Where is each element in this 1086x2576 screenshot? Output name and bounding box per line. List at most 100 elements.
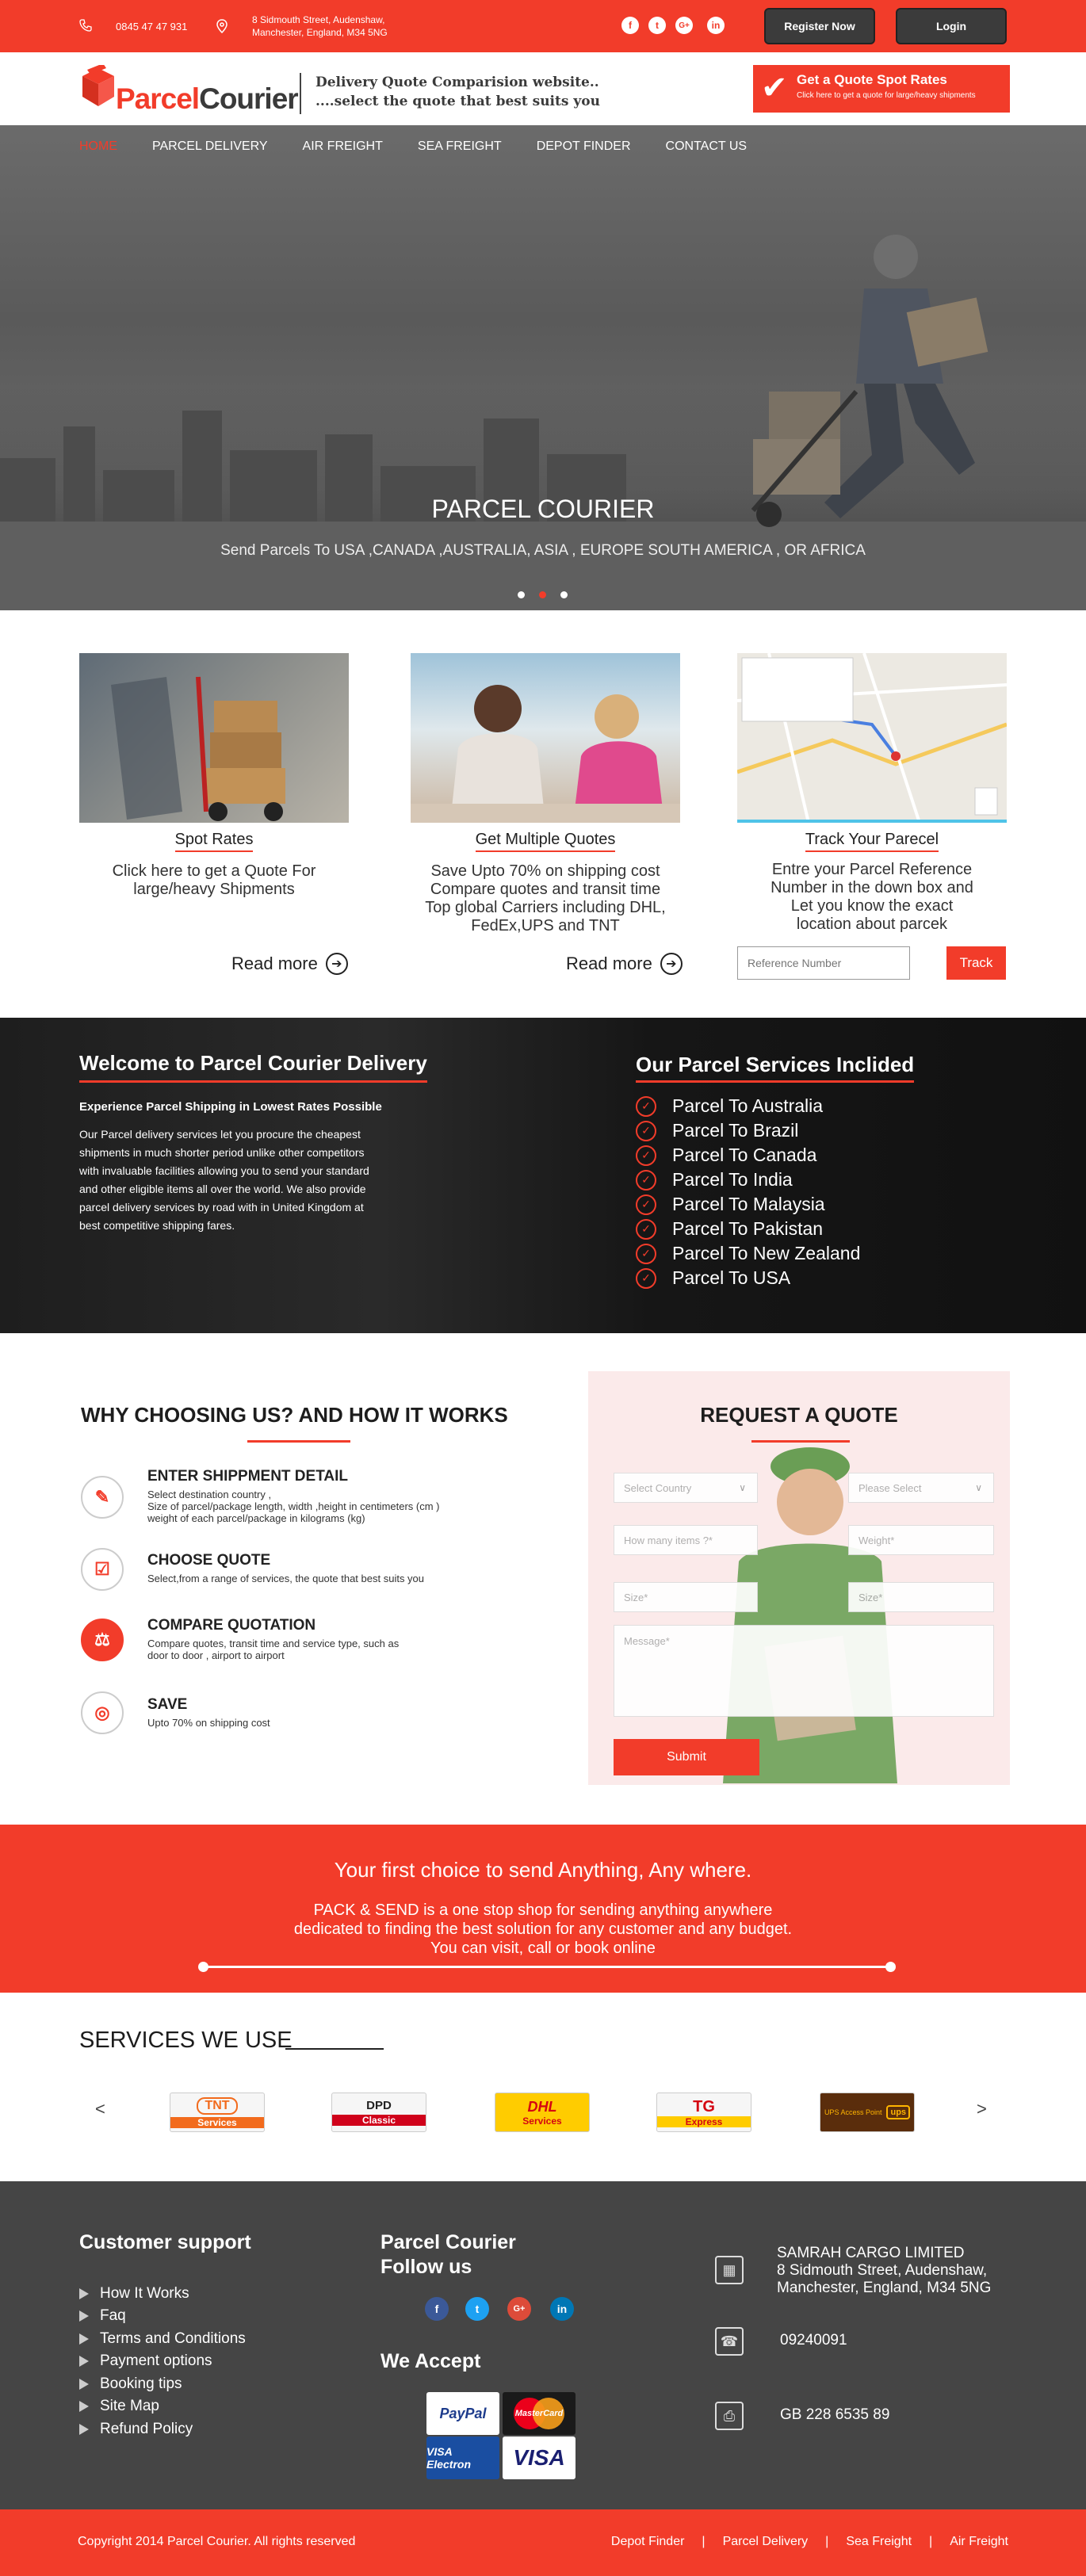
nav-contact-us[interactable]: CONTACT US [666, 140, 748, 154]
facebook-icon[interactable]: f [425, 2297, 449, 2321]
checkmark-icon: ✔ [761, 71, 788, 105]
dhl-logo[interactable]: DHL Services [495, 2093, 590, 2132]
separator: | [702, 2535, 706, 2548]
logo[interactable]: ParcelCourier [79, 63, 299, 115]
service-item[interactable]: ✓ Parcel To Pakistan [636, 1218, 823, 1240]
footer-link-booking-tips[interactable]: Booking tips [79, 2375, 182, 2393]
register-button[interactable]: Register Now [764, 8, 875, 44]
reference-number-input[interactable] [737, 946, 910, 980]
carousel-prev-button[interactable]: < [95, 2099, 105, 2119]
arrow-right-icon: ➔ [660, 953, 683, 975]
multiple-quotes-image[interactable] [411, 653, 680, 823]
linkedin-icon[interactable]: in [707, 17, 725, 34]
triangle-bullet-icon [79, 2310, 89, 2322]
bottom-link-depot-finder[interactable]: Depot Finder [611, 2535, 685, 2549]
twitter-icon[interactable]: t [465, 2297, 489, 2321]
card-track-parcel-title[interactable]: Track Your Parecel [737, 831, 1007, 852]
twitter-icon[interactable]: t [648, 17, 666, 34]
size-input-1[interactable]: Size* [614, 1582, 758, 1612]
footer-link-payment-options[interactable]: Payment options [79, 2352, 212, 2370]
card-multiple-quotes-title[interactable]: Get Multiple Quotes [411, 831, 680, 852]
map-illustration [737, 653, 1007, 820]
main-nav: HOME PARCEL DELIVERY AIR FREIGHT SEA FRE… [79, 140, 782, 154]
parcel-box-icon [82, 65, 114, 106]
bottom-bar: Copyright 2014 Parcel Courier. All right… [0, 2509, 1086, 2576]
country-select[interactable]: Select Country ∨ [614, 1473, 758, 1503]
facebook-icon[interactable]: f [621, 17, 639, 34]
carousel-next-button[interactable]: > [977, 2099, 987, 2119]
card-spot-rates-title[interactable]: Spot Rates [79, 831, 349, 852]
tagline-line1: Delivery Quote Comparision website.. [315, 75, 599, 90]
bottom-link-parcel-delivery[interactable]: Parcel Delivery [723, 2535, 809, 2549]
service-item[interactable]: ✓ Parcel To USA [636, 1267, 790, 1289]
logo-text-courier: Courier [199, 82, 299, 115]
service-item[interactable]: ✓ Parcel To Brazil [636, 1120, 798, 1141]
items-count-input[interactable]: How many items ?* [614, 1525, 758, 1555]
service-select[interactable]: Please Select ∨ [848, 1473, 994, 1503]
linkedin-icon[interactable]: in [550, 2297, 574, 2321]
hero-title: PARCEL COURIER [431, 495, 655, 523]
size-input-2[interactable]: Size* [848, 1582, 994, 1612]
track-button[interactable]: Track [946, 946, 1006, 980]
footer-link-faq[interactable]: Faq [79, 2307, 126, 2325]
bottom-link-air-freight[interactable]: Air Freight [950, 2535, 1008, 2549]
service-item[interactable]: ✓ Parcel To New Zealand [636, 1243, 860, 1264]
tnt-logo[interactable]: TNT Services [170, 2093, 265, 2132]
cta-title: Get a Quote Spot Rates [797, 72, 947, 87]
welcome-subtitle: Experience Parcel Shipping in Lowest Rat… [79, 1100, 382, 1114]
header-divider [300, 73, 301, 114]
nav-sea-freight[interactable]: SEA FREIGHT [418, 140, 502, 154]
get-quote-spot-rates-button[interactable]: ✔ Get a Quote Spot Rates Click here to g… [753, 65, 1010, 113]
top-address: 8 Sidmouth Street, Audenshaw, Manchester… [252, 13, 426, 39]
visa-electron-logo: VISA Electron [426, 2436, 499, 2479]
spot-rates-image[interactable] [79, 653, 349, 823]
nav-parcel-delivery[interactable]: PARCEL DELIVERY [152, 140, 268, 154]
bottom-link-sea-freight[interactable]: Sea Freight [846, 2535, 912, 2549]
tg-express-logo[interactable]: TG Express [656, 2093, 751, 2132]
weight-input[interactable]: Weight* [848, 1525, 994, 1555]
google-plus-icon[interactable]: G+ [675, 17, 693, 34]
service-item[interactable]: ✓ Parcel To Malaysia [636, 1194, 825, 1215]
step-1-text: Select destination country , Size of parc… [147, 1489, 440, 1524]
triangle-bullet-icon [79, 2379, 89, 2390]
submit-button[interactable]: Submit [614, 1739, 759, 1775]
slider-dot-2-active[interactable] [539, 591, 546, 598]
slider-dot-3[interactable] [560, 591, 568, 598]
step-2-heading: CHOOSE QUOTE [147, 1552, 271, 1569]
service-item[interactable]: ✓ Parcel To India [636, 1169, 793, 1191]
message-textarea[interactable]: Message* [614, 1625, 994, 1717]
footer-link-site-map[interactable]: Site Map [79, 2398, 159, 2415]
first-choice-text: PACK & SEND is a one stop shop for sendi… [293, 1901, 793, 1957]
footer-link-refund-policy[interactable]: Refund Policy [79, 2421, 193, 2438]
header-tagline: Delivery Quote Comparision website.. ...… [315, 73, 600, 111]
courier-man-illustration [751, 235, 988, 527]
top-phone-number[interactable]: 0845 47 47 931 [116, 21, 187, 32]
bottom-links: Depot Finder | Parcel Delivery | Sea Freig… [611, 2535, 1008, 2549]
service-item[interactable]: ✓ Parcel To Australia [636, 1095, 823, 1117]
spot-rates-read-more[interactable]: Read more ➔ [231, 953, 348, 975]
dpd-logo[interactable]: DPD Classic [331, 2093, 426, 2132]
multiple-quotes-read-more[interactable]: Read more ➔ [566, 953, 683, 975]
nav-air-freight[interactable]: AIR FREIGHT [303, 140, 383, 154]
nav-home[interactable]: HOME [79, 140, 117, 154]
footer: Customer support How It Works Faq Terms … [0, 2181, 1086, 2509]
triangle-bullet-icon [79, 2424, 89, 2435]
ups-access-point-logo[interactable]: UPS Access Point ups [820, 2093, 915, 2132]
card-spot-rates-text: Click here to get a Quote For large/heavy… [112, 862, 316, 898]
footer-phone[interactable]: 09240091 [780, 2332, 847, 2349]
login-button[interactable]: Login [896, 8, 1007, 44]
google-plus-icon[interactable]: G+ [507, 2297, 531, 2321]
mastercard-logo: MasterCard [503, 2392, 576, 2435]
building-icon: ▦ [715, 2256, 744, 2284]
footer-link-how-it-works[interactable]: How It Works [79, 2285, 189, 2303]
arrow-right-icon: ➔ [325, 953, 348, 975]
paypal-logo: PayPal [426, 2392, 499, 2435]
services-we-use-title: SERVICES WE USE [79, 2028, 293, 2053]
service-item[interactable]: ✓ Parcel To Canada [636, 1145, 816, 1166]
slider-dot-1[interactable] [518, 591, 525, 598]
track-parcel-map-image[interactable] [737, 653, 1007, 823]
step-1-heading: ENTER SHIPPMENT DETAIL [147, 1468, 348, 1485]
footer-link-terms[interactable]: Terms and Conditions [79, 2330, 246, 2348]
nav-depot-finder[interactable]: DEPOT FINDER [537, 140, 631, 154]
top-bar: 0845 47 47 931 8 Sidmouth Street, Audens… [0, 0, 1086, 52]
